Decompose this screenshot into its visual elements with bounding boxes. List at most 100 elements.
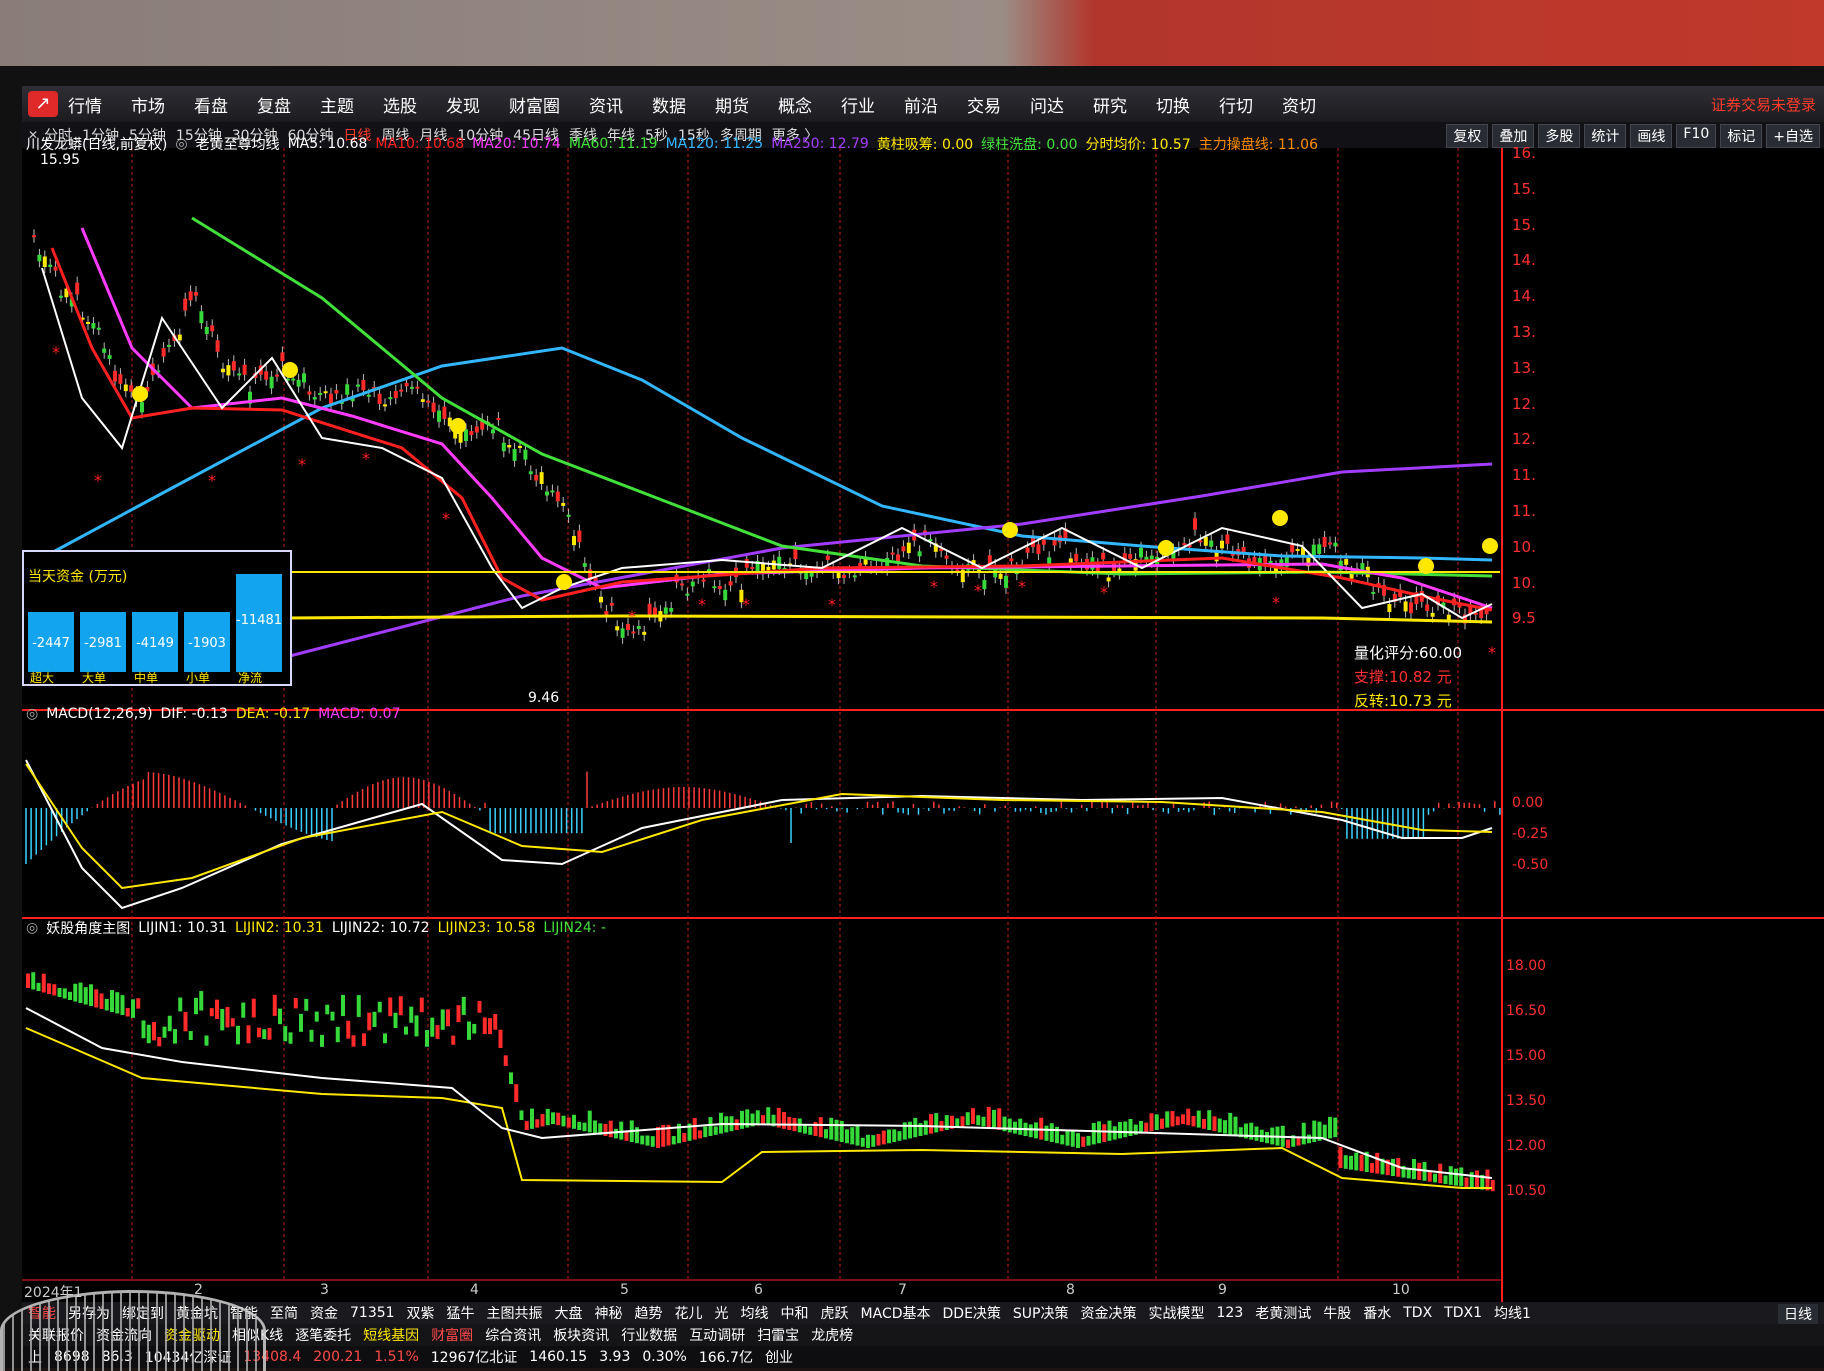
- macd-settings-icon[interactable]: ◎: [26, 706, 38, 722]
- stock-title[interactable]: 川发龙蟒(日线,前复权): [26, 134, 167, 154]
- angle-bar: [1217, 1118, 1222, 1133]
- fund-bar-value-2: -4149: [136, 636, 174, 651]
- angle-settings-icon[interactable]: ◎: [26, 920, 38, 936]
- angle-bar: [251, 998, 256, 1018]
- indicator-tab-6[interactable]: 资金: [304, 1303, 344, 1323]
- angle-bar: [535, 1119, 540, 1128]
- angle-bar: [997, 1108, 1002, 1130]
- candle-body: [42, 256, 47, 268]
- menu-item-3[interactable]: 复盘: [257, 92, 291, 117]
- menu-item-1[interactable]: 市场: [131, 92, 165, 117]
- angle-bar: [650, 1136, 655, 1147]
- indicator-tab-14[interactable]: 花儿: [669, 1303, 709, 1323]
- menu-item-16[interactable]: 研究: [1093, 92, 1127, 117]
- indicator-tab-7[interactable]: 71351: [344, 1305, 401, 1321]
- period-indicator[interactable]: 日线: [1778, 1304, 1818, 1324]
- indicator-tab-18[interactable]: 虎跃: [815, 1303, 855, 1323]
- indicator-tab-17[interactable]: 中和: [775, 1303, 815, 1323]
- angle-bar: [1459, 1167, 1464, 1187]
- angle-bar: [367, 1012, 372, 1031]
- menu-item-4[interactable]: 主题: [320, 92, 354, 117]
- angle-bar: [960, 1116, 965, 1127]
- toolbar-button-7[interactable]: +自选: [1766, 124, 1820, 148]
- angle-bar: [288, 1032, 293, 1044]
- signal-star-icon: *: [1018, 577, 1026, 596]
- candle-body: [1295, 549, 1300, 552]
- candle-body: [728, 581, 733, 586]
- function-tab-4[interactable]: 逐笔委托: [289, 1325, 357, 1345]
- indicator-tab-19[interactable]: MACD基本: [855, 1303, 937, 1323]
- indicator-tab-10[interactable]: 主图共振: [481, 1303, 549, 1323]
- app-logo-icon[interactable]: ↗: [28, 91, 58, 117]
- indicator-tab-28[interactable]: TDX: [1397, 1305, 1438, 1321]
- toolbar-button-2[interactable]: 多股: [1538, 124, 1581, 148]
- indicator-tab-8[interactable]: 双紫: [401, 1303, 441, 1323]
- menu-item-12[interactable]: 行业: [841, 92, 875, 117]
- menu-item-13[interactable]: 前沿: [904, 92, 938, 117]
- menu-item-9[interactable]: 数据: [652, 92, 686, 117]
- indicator-tab-15[interactable]: 光: [709, 1303, 735, 1323]
- candle-body: [194, 292, 198, 296]
- menu-item-19[interactable]: 资切: [1282, 92, 1316, 117]
- menu-item-6[interactable]: 发现: [446, 92, 480, 117]
- candle-body: [690, 581, 695, 587]
- candle-body: [410, 386, 414, 389]
- indicator-tab-5[interactable]: 至简: [264, 1303, 304, 1323]
- menu-item-18[interactable]: 行切: [1219, 92, 1253, 117]
- indicator-tab-25[interactable]: 老黄测试: [1249, 1303, 1317, 1323]
- angle-bar: [1128, 1118, 1133, 1136]
- indicator-tab-27[interactable]: 番水: [1357, 1303, 1397, 1323]
- angle-bar: [456, 1005, 461, 1023]
- indicator-tab-12[interactable]: 神秘: [589, 1303, 629, 1323]
- indicator-tab-9[interactable]: 猛牛: [441, 1303, 481, 1323]
- menu-item-11[interactable]: 概念: [778, 92, 812, 117]
- function-tab-7[interactable]: 综合资讯: [479, 1325, 547, 1345]
- indicator-tab-29[interactable]: TDX1: [1438, 1305, 1488, 1321]
- angle-bar: [146, 1024, 151, 1044]
- candle-body: [1214, 551, 1219, 562]
- indicator-tab-26[interactable]: 牛股: [1317, 1303, 1357, 1323]
- toolbar-button-5[interactable]: F10: [1676, 124, 1717, 148]
- candle-body: [59, 295, 63, 298]
- menu-item-15[interactable]: 问达: [1030, 92, 1064, 117]
- toolbar-button-3[interactable]: 统计: [1584, 124, 1627, 148]
- indicator-tab-23[interactable]: 实战模型: [1143, 1303, 1211, 1323]
- function-tab-9[interactable]: 行业数据: [615, 1325, 683, 1345]
- indicator-tab-21[interactable]: SUP决策: [1007, 1303, 1075, 1323]
- menu-item-7[interactable]: 财富圈: [509, 92, 560, 117]
- indicator-tab-16[interactable]: 均线: [735, 1303, 775, 1323]
- indicator-settings-icon[interactable]: ◎: [175, 136, 187, 152]
- function-tab-11[interactable]: 扫雷宝: [751, 1325, 805, 1345]
- menu-item-2[interactable]: 看盘: [194, 92, 228, 117]
- ticker-item-8: 1460.15: [529, 1349, 588, 1365]
- indicator-tab-22[interactable]: 资金决策: [1075, 1303, 1143, 1323]
- function-tab-10[interactable]: 互动调研: [683, 1325, 751, 1345]
- candle-body: [399, 389, 404, 392]
- angle-bar: [1417, 1162, 1422, 1180]
- indicator-tab-24[interactable]: 123: [1211, 1305, 1250, 1321]
- function-tab-5[interactable]: 短线基因: [357, 1325, 425, 1345]
- angle-bar: [992, 1109, 996, 1129]
- menu-item-8[interactable]: 资讯: [589, 92, 623, 117]
- score-label: 量化评分:60.00: [1354, 644, 1462, 662]
- function-tab-12[interactable]: 龙虎榜: [805, 1325, 859, 1345]
- menu-item-10[interactable]: 期货: [715, 92, 749, 117]
- function-tab-8[interactable]: 板块资讯: [547, 1325, 615, 1345]
- indicator-tab-11[interactable]: 大盘: [549, 1303, 589, 1323]
- function-tab-6[interactable]: 财富圈: [425, 1325, 479, 1345]
- menu-item-14[interactable]: 交易: [967, 92, 1001, 117]
- toolbar-button-0[interactable]: 复权: [1446, 124, 1489, 148]
- menu-item-17[interactable]: 切换: [1156, 92, 1190, 117]
- menu-item-0[interactable]: 行情: [68, 92, 102, 117]
- menu-item-5[interactable]: 选股: [383, 92, 417, 117]
- toolbar-button-6[interactable]: 标记: [1720, 124, 1763, 148]
- toolbar-button-4[interactable]: 画线: [1630, 124, 1673, 148]
- trading-software-window: ↗ 行情 市场 看盘 复盘 主题 选股 发现 财富圈 资讯 数据 期货 概念 行业 前沿 交易 问达 研究 切换行…: [22, 86, 1824, 1368]
- indicator-tab-20[interactable]: DDE决策: [937, 1303, 1007, 1323]
- login-status[interactable]: 证券交易未登录: [1711, 94, 1816, 115]
- indicator-tab-13[interactable]: 趋势: [629, 1303, 669, 1323]
- angle-bar: [860, 1137, 865, 1147]
- kline-chart-area[interactable]: * * * * * * * * * * * * * * * *: [22, 148, 1824, 1302]
- indicator-tab-30[interactable]: 均线1: [1488, 1303, 1537, 1323]
- angle-bar: [1391, 1158, 1395, 1176]
